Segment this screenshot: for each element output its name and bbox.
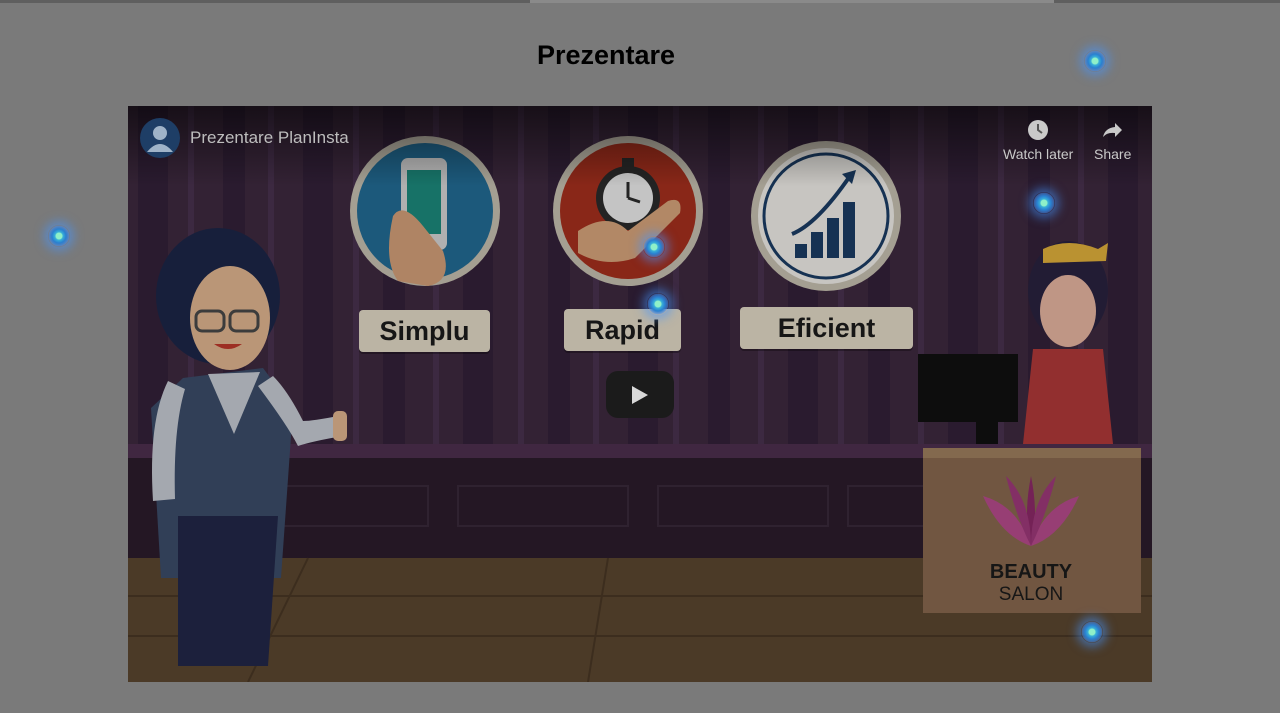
salon-name-line2: SALON <box>998 584 1064 605</box>
interaction-marker <box>1033 192 1055 214</box>
interaction-marker <box>1081 621 1103 643</box>
share-label: Share <box>1094 146 1132 162</box>
channel-avatar[interactable] <box>140 118 180 158</box>
interaction-marker <box>48 225 70 247</box>
clock-icon <box>1028 120 1049 140</box>
interaction-marker <box>1084 50 1106 72</box>
page-title: Prezentare <box>536 40 676 70</box>
scene-label-eficient: Eficient <box>740 307 913 349</box>
scene-label-rapid: Rapid <box>564 309 681 351</box>
salon-logo-text: BEAUTY SALON <box>983 561 1079 606</box>
video-player[interactable]: Simplu Rapid Eficient BEAUTY SALON Preze… <box>128 106 1152 682</box>
scene-label-simplu: Simplu <box>359 310 490 352</box>
top-bar-middle <box>530 0 1054 3</box>
watch-later-label: Watch later <box>1003 146 1074 162</box>
interaction-marker <box>647 293 669 315</box>
share-arrow-icon <box>1102 123 1122 137</box>
play-icon <box>632 386 648 404</box>
interaction-marker <box>643 236 665 258</box>
top-bar-right <box>1054 0 1280 3</box>
top-bar-left <box>0 0 530 3</box>
share-button[interactable]: Share <box>1094 118 1131 162</box>
user-silhouette-icon <box>147 126 173 152</box>
salon-name-line1: BEAUTY <box>989 561 1073 583</box>
video-title[interactable]: Prezentare PlanInsta <box>190 128 349 148</box>
play-button[interactable] <box>606 371 674 418</box>
watch-later-button[interactable]: Watch later <box>1003 118 1073 162</box>
